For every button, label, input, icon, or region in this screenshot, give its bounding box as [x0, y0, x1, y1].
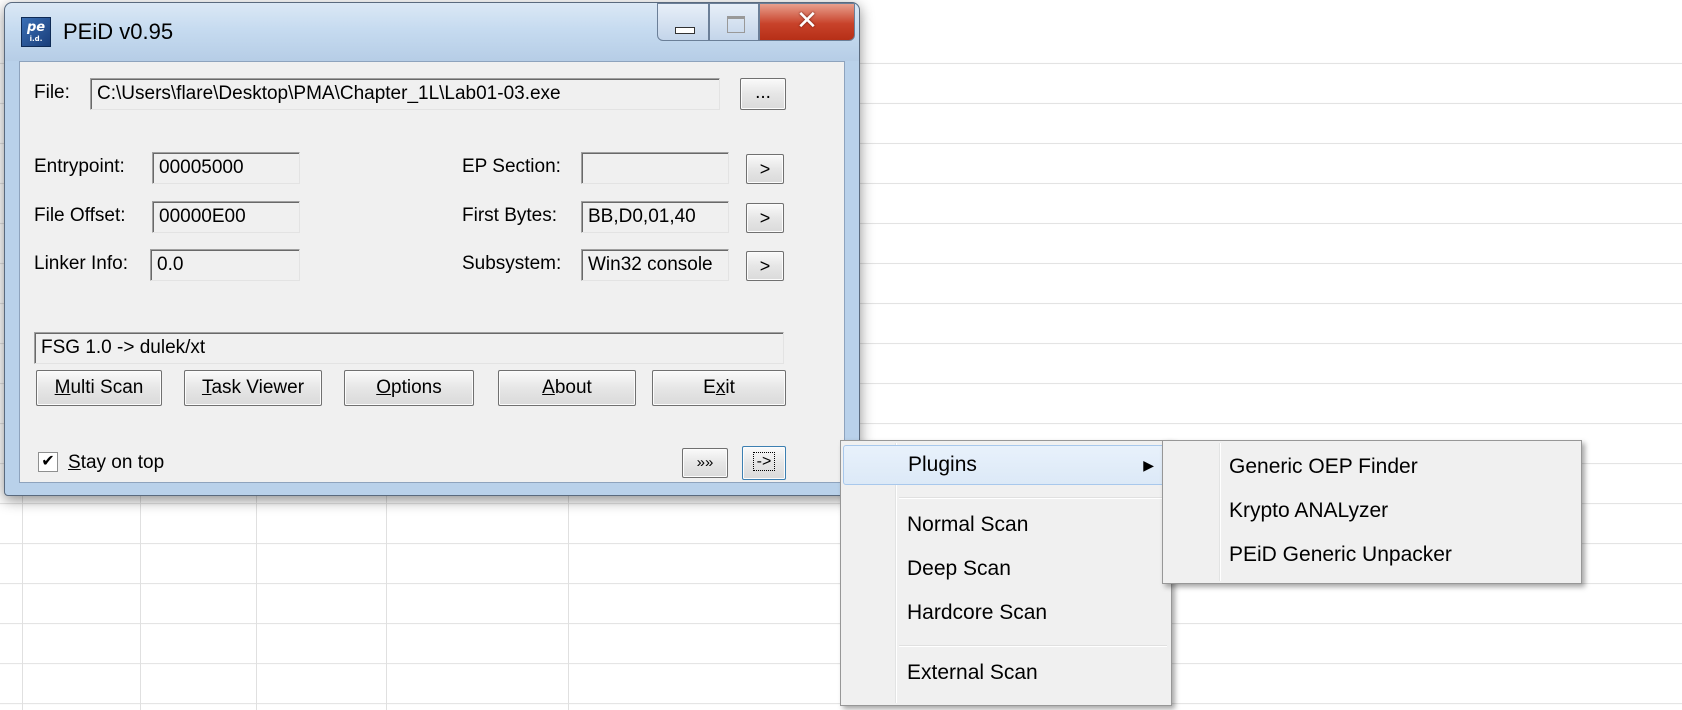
exit-label-start: E — [703, 377, 716, 398]
stay-on-top-text: tay on top — [80, 452, 165, 473]
minimize-icon — [675, 27, 695, 34]
exit-label-end: it — [725, 377, 735, 398]
first-bytes-button[interactable]: > — [746, 203, 784, 233]
peid-window: pe i.d. PEiD v0.95 ✕ File: C:\Users\flar… — [4, 2, 860, 496]
first-bytes-label: First Bytes: — [462, 205, 558, 226]
exit-mnemonic: x — [715, 377, 726, 398]
peid-app-icon[interactable]: pe i.d. — [21, 17, 51, 47]
close-button[interactable]: ✕ — [759, 3, 855, 41]
file-path-field[interactable]: C:\Users\flare\Desktop\PMA\Chapter_1L\La… — [90, 78, 720, 110]
ep-section-field[interactable] — [581, 152, 729, 184]
scan-result-field[interactable]: FSG 1.0 -> dulek/xt — [34, 332, 784, 364]
multi-scan-button[interactable]: Multi Scan — [36, 370, 162, 406]
menu-button[interactable]: -> — [742, 446, 786, 480]
maximize-icon — [727, 16, 745, 33]
close-icon: ✕ — [796, 6, 818, 36]
ep-section-label: EP Section: — [462, 156, 561, 177]
grid-column-line — [568, 480, 569, 710]
first-bytes-field[interactable]: BB,D0,01,40 — [581, 201, 729, 233]
client-area: File: C:\Users\flare\Desktop\PMA\Chapter… — [19, 61, 845, 483]
minimize-button[interactable] — [657, 3, 709, 41]
stay-on-top-checkbox[interactable]: ✔ — [38, 452, 58, 472]
menu-item-normal-scan[interactable]: Normal Scan — [843, 505, 1169, 545]
checkmark-icon: ✔ — [41, 453, 55, 470]
ep-section-button[interactable]: > — [746, 154, 784, 184]
about-mnemonic: A — [542, 377, 555, 398]
title-bar[interactable]: pe i.d. PEiD v0.95 ✕ — [5, 3, 859, 61]
options-label: ptions — [391, 377, 442, 398]
entrypoint-label: Entrypoint: — [34, 156, 125, 177]
caption-buttons: ✕ — [657, 3, 857, 43]
stay-on-top-mnemonic: S — [68, 452, 81, 473]
options-mnemonic: O — [376, 377, 392, 398]
file-label: File: — [34, 82, 70, 103]
submenu-item-krypto-analyzer[interactable]: Krypto ANALyzer — [1165, 491, 1579, 531]
grid-column-line — [140, 480, 141, 710]
plugins-label: Plugins — [908, 453, 977, 476]
subsystem-field[interactable]: Win32 console — [581, 249, 729, 281]
more-button[interactable]: »» — [682, 448, 728, 478]
app-icon-subtext: i.d. — [29, 35, 43, 43]
stay-on-top-label[interactable]: Stay on top — [68, 452, 164, 474]
file-offset-label: File Offset: — [34, 205, 126, 226]
linker-info-field[interactable]: 0.0 — [150, 249, 300, 281]
plugins-submenu: Generic OEP Finder Krypto ANALyzer PEiD … — [1162, 440, 1582, 584]
task-viewer-button[interactable]: Task Viewer — [184, 370, 322, 406]
menu-item-deep-scan[interactable]: Deep Scan — [843, 549, 1169, 589]
context-menu: Plugins ▶ Normal Scan Deep Scan Hardcore… — [840, 440, 1172, 706]
menu-separator — [899, 645, 1167, 647]
about-label: bout — [554, 377, 592, 398]
linker-info-label: Linker Info: — [34, 253, 128, 274]
multi-scan-mnemonic: M — [54, 377, 71, 398]
grid-column-line — [22, 480, 23, 710]
menu-separator — [899, 497, 1167, 499]
submenu-item-generic-oep-finder[interactable]: Generic OEP Finder — [1165, 447, 1579, 487]
options-button[interactable]: Options — [344, 370, 474, 406]
menu-item-plugins[interactable]: Plugins ▶ — [843, 445, 1169, 485]
browse-button[interactable]: ... — [740, 78, 786, 110]
entrypoint-field[interactable]: 00005000 — [152, 152, 300, 184]
about-button[interactable]: About — [498, 370, 636, 406]
menu-item-external-scan[interactable]: External Scan — [843, 653, 1169, 693]
grid-column-line — [386, 480, 387, 710]
menu-item-hardcore-scan[interactable]: Hardcore Scan — [843, 593, 1169, 633]
subsystem-button[interactable]: > — [746, 251, 784, 281]
submenu-arrow-icon: ▶ — [1143, 457, 1154, 473]
exit-button[interactable]: Exit — [652, 370, 786, 406]
maximize-button[interactable] — [709, 3, 759, 41]
multi-scan-label: ulti Scan — [70, 377, 144, 398]
menu-button-label: -> — [752, 452, 776, 471]
app-icon-text: pe — [26, 20, 46, 35]
task-viewer-label: ask Viewer — [211, 377, 305, 398]
subsystem-label: Subsystem: — [462, 253, 562, 274]
window-title: PEiD v0.95 — [63, 19, 174, 44]
file-offset-field[interactable]: 00000E00 — [152, 201, 300, 233]
submenu-item-peid-generic-unpacker[interactable]: PEiD Generic Unpacker — [1165, 535, 1579, 575]
grid-column-line — [256, 480, 257, 710]
